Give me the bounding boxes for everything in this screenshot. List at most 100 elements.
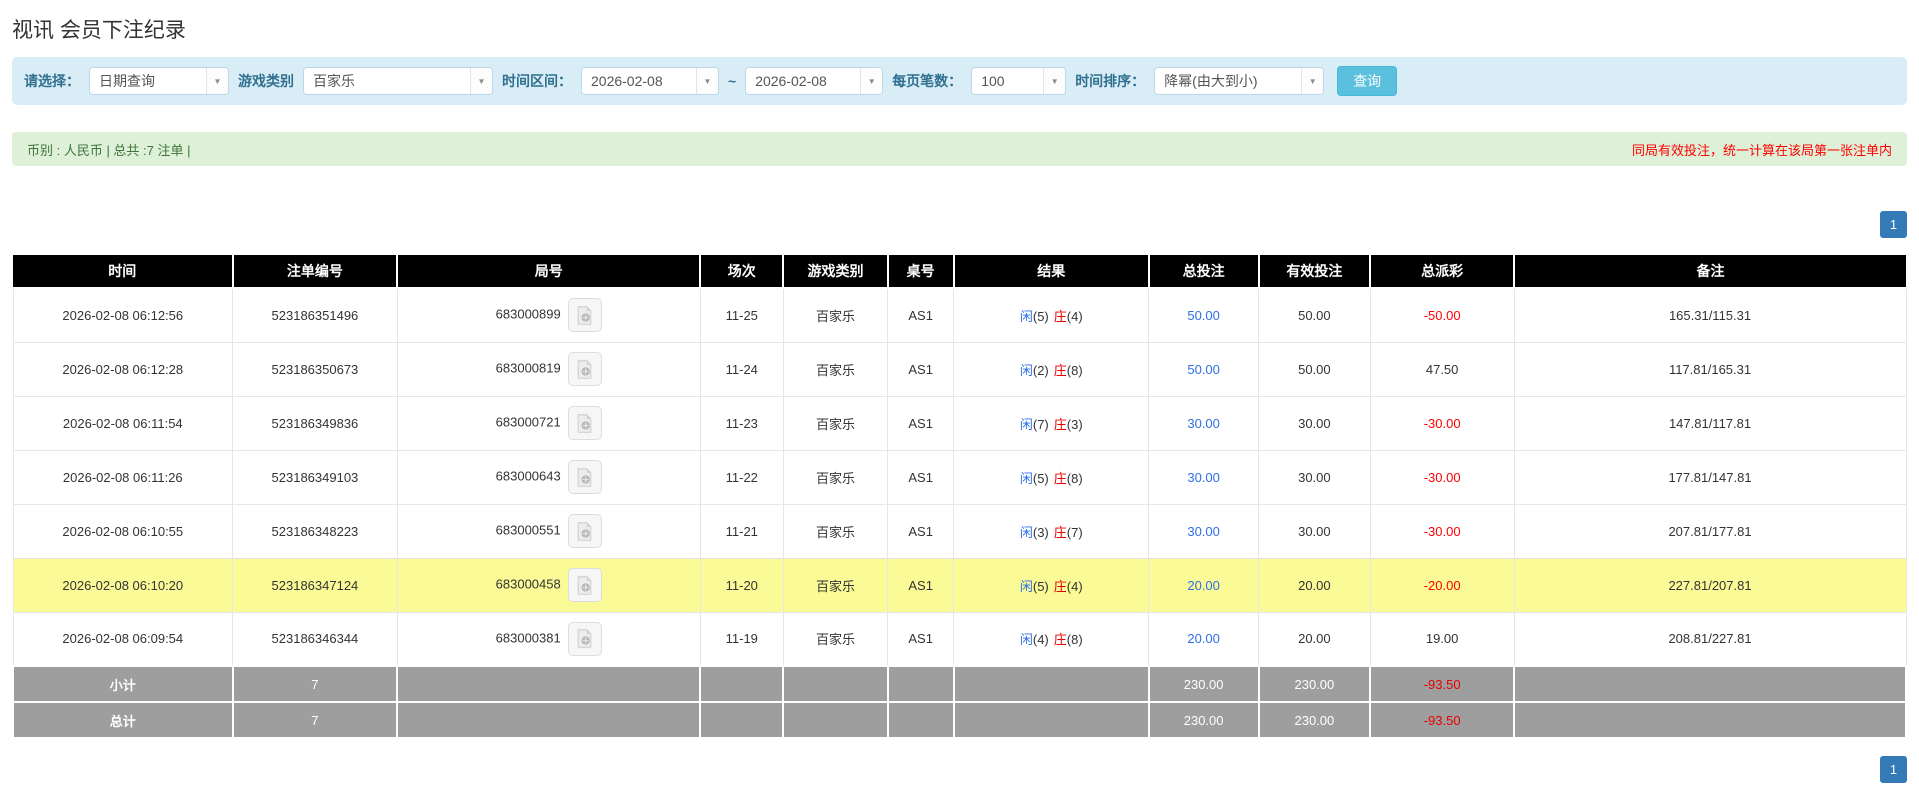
- per-page-combobox[interactable]: 100 ▼: [971, 67, 1066, 95]
- cell-game-type: 百家乐: [783, 612, 887, 666]
- chevron-down-icon: ▼: [206, 68, 228, 94]
- col-remark: 备注: [1514, 255, 1906, 288]
- result-player: 闲: [1020, 579, 1033, 594]
- cell-table-number: AS1: [888, 396, 954, 450]
- cell-remark: 147.81/117.81: [1514, 396, 1906, 450]
- table-header-row: 时间 注单编号 局号 场次 游戏类别 桌号 结果 总投注 有效投注 总派彩 备注: [13, 255, 1906, 288]
- pagination-top: 1: [12, 211, 1907, 238]
- cell-bet-number: 523186349836: [233, 396, 398, 450]
- col-total-bet: 总投注: [1149, 255, 1259, 288]
- cell-bet-number: 523186350673: [233, 342, 398, 396]
- cell-total-bet[interactable]: 50.00: [1149, 288, 1259, 342]
- video-replay-button[interactable]: [568, 352, 602, 386]
- col-total-payout: 总派彩: [1370, 255, 1514, 288]
- cell-total-bet[interactable]: 30.00: [1149, 504, 1259, 558]
- cell-total-payout: -30.00: [1370, 396, 1514, 450]
- cell-table-number: AS1: [888, 558, 954, 612]
- cell-round-number: 683000551: [397, 504, 700, 558]
- cell-game-type: 百家乐: [783, 342, 887, 396]
- summary-total-bet: 230.00: [1149, 702, 1259, 738]
- cell-table-number: AS1: [888, 504, 954, 558]
- round-number: 683000381: [496, 630, 561, 645]
- time-sort-combobox[interactable]: 降幂(由大到小) ▼: [1154, 67, 1324, 95]
- cell-bet-number: 523186348223: [233, 504, 398, 558]
- cell-total-bet[interactable]: 20.00: [1149, 558, 1259, 612]
- game-type-value: 百家乐: [304, 68, 470, 94]
- video-replay-button[interactable]: [568, 514, 602, 548]
- cell-table-number: AS1: [888, 342, 954, 396]
- cell-total-bet[interactable]: 50.00: [1149, 342, 1259, 396]
- cell-valid-bet: 20.00: [1259, 612, 1371, 666]
- video-file-icon: [575, 576, 594, 595]
- chevron-down-icon: ▼: [1301, 68, 1323, 94]
- cell-time: 2026-02-08 06:10:20: [13, 558, 233, 612]
- video-replay-button[interactable]: [568, 568, 602, 602]
- col-valid-bet: 有效投注: [1259, 255, 1371, 288]
- cell-valid-bet: 30.00: [1259, 450, 1371, 504]
- col-table-number: 桌号: [888, 255, 954, 288]
- cell-total-payout: -20.00: [1370, 558, 1514, 612]
- page-title: 视讯 会员下注纪录: [12, 0, 1907, 57]
- subtotal-row: 小计7230.00230.00-93.50: [13, 666, 1906, 702]
- round-number: 683000819: [496, 360, 561, 375]
- cell-game-type: 百家乐: [783, 288, 887, 342]
- pagination-page-1[interactable]: 1: [1880, 756, 1907, 783]
- cell-total-bet[interactable]: 30.00: [1149, 396, 1259, 450]
- cell-bet-number: 523186349103: [233, 450, 398, 504]
- cell-bet-number: 523186346344: [233, 612, 398, 666]
- currency-total-info: 币别 : 人民币 | 总共 :7 注单 |: [27, 140, 191, 159]
- video-replay-button[interactable]: [568, 460, 602, 494]
- video-file-icon: [575, 414, 594, 433]
- cell-total-payout: 19.00: [1370, 612, 1514, 666]
- result-banker: 庄: [1054, 525, 1067, 540]
- summary-total-bet: 230.00: [1149, 666, 1259, 702]
- round-number: 683000721: [496, 414, 561, 429]
- video-file-icon: [575, 306, 594, 325]
- summary-bar: 币别 : 人民币 | 总共 :7 注单 | 同局有效投注，统一计算在该局第一张注…: [12, 132, 1907, 166]
- cell-bet-number: 523186347124: [233, 558, 398, 612]
- table-row: 2026-02-08 06:12:28523186350673683000819…: [13, 342, 1906, 396]
- query-type-value: 日期查询: [90, 68, 206, 94]
- cell-session: 11-19: [700, 612, 783, 666]
- cell-result: 闲(2)庄(8): [954, 342, 1149, 396]
- query-type-combobox[interactable]: 日期查询 ▼: [89, 67, 229, 95]
- date-to-combobox[interactable]: 2026-02-08 ▼: [745, 67, 883, 95]
- bet-table-body: 2026-02-08 06:12:56523186351496683000899…: [13, 288, 1906, 738]
- summary-valid-bet: 230.00: [1259, 702, 1371, 738]
- date-from-combobox[interactable]: 2026-02-08 ▼: [581, 67, 719, 95]
- cell-total-payout: 47.50: [1370, 342, 1514, 396]
- col-session: 场次: [700, 255, 783, 288]
- col-time: 时间: [13, 255, 233, 288]
- cell-round-number: 683000643: [397, 450, 700, 504]
- chevron-down-icon: ▼: [696, 68, 718, 94]
- summary-remark: [1514, 666, 1906, 702]
- cell-remark: 207.81/177.81: [1514, 504, 1906, 558]
- cell-session: 11-25: [700, 288, 783, 342]
- search-button[interactable]: 查询: [1337, 66, 1397, 96]
- video-replay-button[interactable]: [568, 406, 602, 440]
- round-number: 683000899: [496, 307, 561, 322]
- video-file-icon: [575, 522, 594, 541]
- bet-records-table: 时间 注单编号 局号 场次 游戏类别 桌号 结果 总投注 有效投注 总派彩 备注…: [12, 255, 1907, 739]
- cell-valid-bet: 50.00: [1259, 288, 1371, 342]
- result-player: 闲: [1020, 632, 1033, 647]
- cell-valid-bet: 30.00: [1259, 504, 1371, 558]
- video-replay-button[interactable]: [568, 622, 602, 656]
- cell-total-bet[interactable]: 20.00: [1149, 612, 1259, 666]
- pagination-page-1[interactable]: 1: [1880, 211, 1907, 238]
- result-player: 闲: [1020, 471, 1033, 486]
- col-result: 结果: [954, 255, 1149, 288]
- summary-count: 7: [233, 666, 398, 702]
- cell-remark: 117.81/165.31: [1514, 342, 1906, 396]
- time-sort-value: 降幂(由大到小): [1155, 68, 1301, 94]
- video-replay-button[interactable]: [568, 298, 602, 332]
- table-row: 2026-02-08 06:12:56523186351496683000899…: [13, 288, 1906, 342]
- cell-total-bet[interactable]: 30.00: [1149, 450, 1259, 504]
- round-number: 683000551: [496, 522, 561, 537]
- result-banker: 庄: [1054, 471, 1067, 486]
- table-row: 2026-02-08 06:10:20523186347124683000458…: [13, 558, 1906, 612]
- result-player: 闲: [1020, 525, 1033, 540]
- cell-result: 闲(3)庄(7): [954, 504, 1149, 558]
- game-type-combobox[interactable]: 百家乐 ▼: [303, 67, 493, 95]
- select-type-label: 请选择：: [24, 71, 80, 91]
